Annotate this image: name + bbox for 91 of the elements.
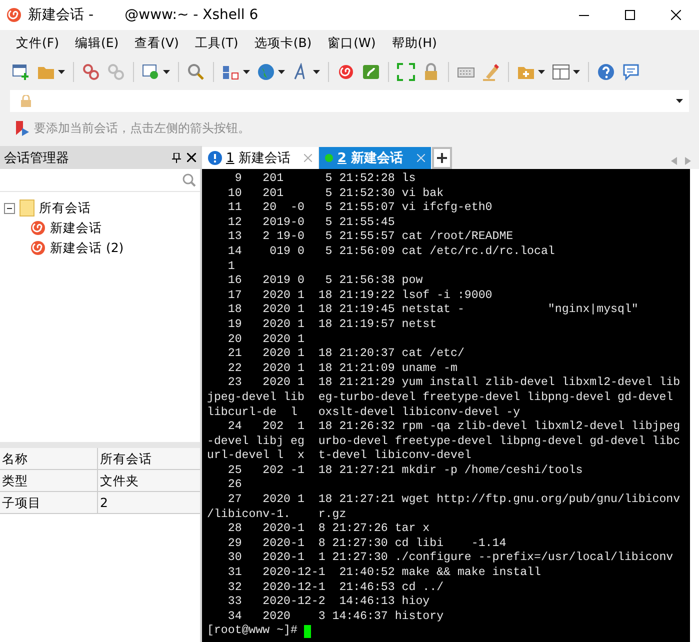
terminal-line: 25 202 -1 18 21:27:21 mkdir -p /home/ceshi/tools [226,464,584,478]
chat-icon[interactable] [622,63,640,81]
caret-icon[interactable] [243,70,250,74]
status-dot-icon [325,154,334,162]
search-icon[interactable] [187,63,205,81]
terminal-line: 29 2020-1 8 21:27:30 cd libi -1.14 [226,536,508,552]
tab-label: 2 新建会话 [337,150,403,167]
lock-icon[interactable] [422,63,440,81]
menu-item[interactable]: 编辑(E) [68,32,125,54]
hint-text: 要添加当前会话，点击左侧的箭头按钮。 [34,120,250,136]
tree-item[interactable]: 新建会话 [50,220,102,236]
property-value: 文件夹 [98,470,200,492]
search-icon [182,173,196,187]
transfer-icon[interactable] [222,63,240,81]
app-logo-icon [6,7,22,23]
info-icon [208,151,222,165]
spiral-icon[interactable] [337,63,355,81]
session-icon [30,220,46,236]
terminal-line: 1 [226,260,236,274]
close-icon[interactable] [671,10,681,20]
highlighter-icon[interactable] [482,63,500,81]
property-value: 所有会话 [98,448,200,470]
menu-item[interactable]: 查看(V) [128,32,185,54]
session-tab[interactable]: 2 新建会话 [319,147,431,169]
terminal-line: 21 2020 1 18 21:20:37 cat /etc/ [226,347,466,362]
terminal-line: 26 [226,478,243,494]
collapse-icon[interactable] [4,202,15,214]
arrow-icon[interactable] [14,120,30,136]
caret-icon[interactable] [58,70,65,74]
terminal-line: 30 2020-1 1 21:27:30 ./configure --prefix=/usr/local/libiconv [226,551,674,566]
caret-icon[interactable] [573,70,580,74]
terminal-line: 22 2020 1 18 21:21:09 uname -m [226,362,458,376]
disconnect-icon[interactable] [82,63,100,81]
globe-icon[interactable] [257,63,275,81]
terminal-line: 23 2020 1 18 21:21:29 yum install zlib-devel libxml2-devel lib [226,376,682,391]
terminal-line: 16 2019 0 5 21:56:38 pow [226,274,424,289]
menu-item[interactable]: 文件(F) [10,32,65,54]
menu-item[interactable]: 窗口(W) [322,32,382,54]
terminal-line: 12 2019-0 5 21:55:45 [226,216,396,230]
layout-icon[interactable] [552,63,570,81]
terminal-line: 9 201 5 21:52:28 ls [234,172,417,187]
fullscreen-icon[interactable] [397,63,415,81]
terminal-line: 27 2020 1 18 21:27:21 wget http://ftp.gnu.org/pub/gnu/libiconv [226,493,682,508]
maximize-icon[interactable] [625,10,635,20]
terminal-line: 31 2020-12-1 21:40:52 make && make install [226,566,542,581]
terminal-line: 17 2020 1 18 21:19:22 lsof -i :9000 [226,288,494,304]
new-session-icon[interactable] [12,63,30,81]
terminal-line: 32 2020-12-1 21:46:53 cd ../ [226,580,445,596]
tree-item[interactable]: 新建会话 (2) [50,240,124,256]
folder-icon [19,199,35,217]
terminal-line: 34 2020 3 14:46:37 history [226,610,445,624]
property-name: 类型 [0,470,98,492]
terminal-line: 19 2020 1 18 21:19:57 netst [226,318,438,333]
minimize-icon[interactable] [579,14,589,16]
add-tab-icon[interactable] [432,147,452,169]
caret-icon[interactable] [676,99,683,103]
terminal-line: 24 202 1 18 21:26:32 rpm -qa zlib-devel libxml2-devel libjpeg [226,420,682,435]
caret-icon[interactable] [538,70,545,74]
terminal-line: 10 201 5 21:52:30 vi bak [226,186,445,202]
terminal-line: url-devel l x t-devel libiconv-devel [207,449,472,464]
caret-icon[interactable] [313,70,320,74]
help-icon[interactable] [597,63,615,81]
terminal-line: jpeg-devel lib eg-turbo-devel freetype-devel libpng-devel gd-devel [207,390,674,406]
terminal-line: 28 2020-1 8 21:27:26 tar x [226,522,431,537]
window-title: 新建会话 - @www:~ - Xshell 6 [28,6,260,24]
pin-icon[interactable] [172,152,181,162]
terminal-line: 13 2 19-0 5 21:55:57 cat /root/README [226,230,514,245]
terminal-line: -devel libj eg urbo-devel freetype-devel libpng-devel gd-devel libc [207,434,682,450]
menu-item[interactable]: 帮助(H) [386,32,443,54]
caret-icon[interactable] [163,70,170,74]
session-tab[interactable]: 1 新建会话 [202,147,318,169]
terminal-line: /libiconv-1. r.gz [207,508,348,522]
property-name: 名称 [0,448,98,470]
cursor [304,625,312,638]
lock-icon [20,95,32,107]
session-icon [30,240,46,256]
terminal-line: 18 2020 1 18 21:19:45 netstat - "nginx|mysql" [226,303,640,318]
terminal-line: 11 20 -0 5 21:55:07 vi ifcfg-eth0 [226,201,494,216]
menu-item[interactable]: 工具(T) [188,32,244,54]
tab-label: 1 新建会话 [226,150,290,167]
terminal-line: 33 2020-12-2 14:46:13 hioy [226,595,431,610]
caret-icon[interactable] [278,70,285,74]
terminal-line: 20 2020 1 [226,332,306,348]
close-icon[interactable] [187,153,196,162]
terminal-line: libcurl-de l oxslt-devel libiconv-devel -y [207,406,522,420]
scrollbar[interactable] [690,169,699,642]
panel-title: 会话管理器 [4,150,70,166]
terminal-line: 14 019 0 5 21:56:09 cat /etc/rc.d/rc.local [226,244,556,260]
terminal-prompt: [root@www ~]# [207,624,298,639]
tree-item[interactable]: 所有会话 [39,200,91,216]
menu-item[interactable]: 选项卡(B) [248,32,318,54]
